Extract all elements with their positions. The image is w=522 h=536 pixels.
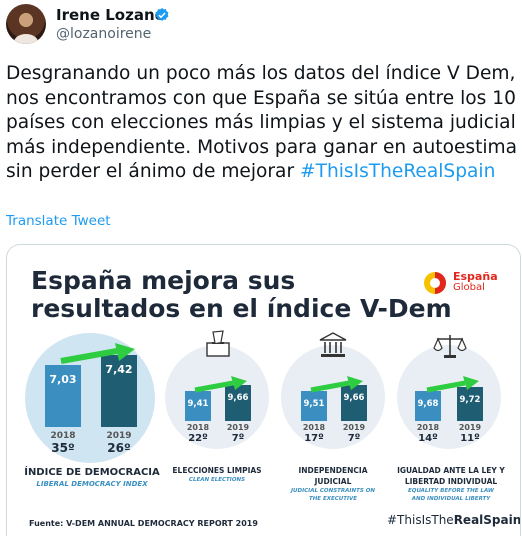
infographic-title-line2: resultados en el índice V-Dem bbox=[31, 294, 452, 323]
tweet-media-image[interactable]: España mejora sus resultados en el índic… bbox=[6, 244, 521, 536]
bar-value-2018: 7,03 bbox=[49, 373, 77, 386]
panel-subcaption: CLEAN ELECTIONS bbox=[188, 477, 246, 483]
bar-value-2018: 9,51 bbox=[303, 399, 325, 409]
panel-caption: IGUALDAD ANTE LA LEY Y LIBERTAD INDIVIDU… bbox=[397, 466, 505, 486]
year-2019: 2019 bbox=[106, 431, 132, 441]
bar-value-2019: 9,72 bbox=[459, 395, 481, 405]
infographic-hashtag-prefix: #ThisIsThe bbox=[387, 513, 454, 527]
ballot-box-icon bbox=[206, 330, 230, 357]
bar-2019: 7,42 bbox=[101, 355, 137, 427]
infographic-hashtag-bold: RealSpain bbox=[453, 513, 521, 527]
brand-sub: Global bbox=[453, 282, 485, 293]
panel-clean-elections: 9,41 9,66 2018 2019 22º 7º ELECCIONES LI… bbox=[157, 323, 277, 493]
bar-2018: 9,68 bbox=[415, 391, 441, 421]
year-2019: 2019 bbox=[458, 423, 482, 432]
bar-value-2019: 9,66 bbox=[227, 393, 249, 403]
rank-2018: 17º bbox=[304, 433, 324, 444]
avatar[interactable] bbox=[6, 4, 46, 44]
scales-icon bbox=[433, 335, 467, 358]
bar-value-2018: 9,41 bbox=[187, 399, 209, 409]
panel-judicial-independence: 9,51 9,66 2018 2019 17º 7º INDEPENDENCIA… bbox=[273, 323, 393, 502]
increase-arrow-icon bbox=[426, 376, 479, 393]
bar-2018: 7,03 bbox=[45, 365, 81, 427]
panel-subcaption: EQUALITY BEFORE THE LAW AND INDIVIDUAL L… bbox=[408, 488, 494, 502]
year-2018: 2018 bbox=[302, 423, 326, 432]
infographic-source: Fuente: V-DEM ANNUAL DEMOCRACY REPORT 20… bbox=[29, 519, 258, 528]
tweet-header: Irene Lozano @lozanoirene bbox=[6, 4, 516, 48]
hashtag-link[interactable]: #ThisIsTheRealSpain bbox=[300, 161, 495, 182]
espana-global-logo: España Global bbox=[423, 269, 503, 297]
bar-2018: 9,51 bbox=[301, 391, 327, 421]
rank-2019: 7º bbox=[347, 433, 361, 444]
year-2019: 2019 bbox=[342, 423, 366, 432]
panel-subcaption: LIBERAL DEMOCRACY INDEX bbox=[36, 480, 148, 488]
courthouse-icon bbox=[319, 332, 347, 357]
increase-arrow-icon bbox=[60, 343, 135, 364]
panel-caption: ELECCIONES LIMPIAS bbox=[172, 466, 262, 475]
rank-2018: 35º bbox=[51, 441, 75, 455]
rank-2018: 14º bbox=[418, 433, 438, 444]
rank-2019: 7º bbox=[231, 433, 245, 444]
year-2018: 2018 bbox=[416, 423, 440, 432]
bar-2018: 9,41 bbox=[185, 391, 211, 421]
translate-tweet-link[interactable]: Translate Tweet bbox=[6, 213, 111, 229]
panel-equality-before-law: 9,68 9,72 2018 2019 14º 11º IGUALDAD ANT… bbox=[387, 323, 515, 502]
year-2018: 2018 bbox=[50, 431, 76, 441]
author-display-name[interactable]: Irene Lozano bbox=[56, 6, 165, 24]
year-2018: 2018 bbox=[186, 423, 210, 432]
rank-2018: 22º bbox=[188, 433, 208, 444]
panel-subcaption: JUDICIAL CONSTRAINTS ON THE EXECUTIVE bbox=[291, 488, 375, 502]
panel-caption: INDEPENDENCIA JUDICIAL bbox=[298, 466, 368, 486]
increase-arrow-icon bbox=[310, 376, 363, 393]
author-handle[interactable]: @lozanoirene bbox=[56, 26, 151, 42]
year-2019: 2019 bbox=[226, 423, 250, 432]
infographic-hashtag: #ThisIsTheRealSpain bbox=[387, 513, 521, 527]
verified-badge-icon bbox=[155, 8, 169, 21]
panel-caption: ÍNDICE DE DEMOCRACIA bbox=[24, 467, 160, 478]
rank-2019: 11º bbox=[460, 433, 480, 444]
bar-value-2019: 9,66 bbox=[343, 393, 365, 403]
rank-2019: 26º bbox=[107, 441, 131, 455]
bar-value-2018: 9,68 bbox=[417, 399, 439, 409]
infographic-title-line1: España mejora sus bbox=[31, 266, 296, 295]
tweet-text: Desgranando un poco más los datos del ín… bbox=[6, 62, 518, 185]
panel-democracy-index: 7,03 7,42 2018 2019 35º 26º ÍNDICE DE DE… bbox=[17, 323, 167, 493]
increase-arrow-icon bbox=[194, 376, 247, 393]
infographic-title: España mejora sus resultados en el índic… bbox=[31, 267, 452, 323]
espana-global-logo-icon bbox=[424, 272, 446, 294]
